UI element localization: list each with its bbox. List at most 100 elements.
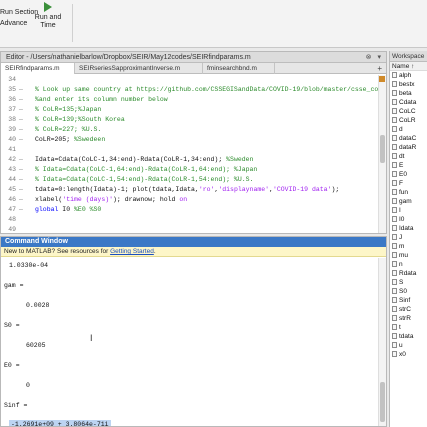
- workspace-variable[interactable]: m: [390, 242, 427, 251]
- code-line[interactable]: 35— % Look up same country at https://git…: [1, 85, 378, 95]
- variable-name: F: [399, 180, 403, 187]
- workspace-variable[interactable]: n: [390, 260, 427, 269]
- variable-name: I: [399, 207, 401, 214]
- workspace-variable[interactable]: dt: [390, 152, 427, 161]
- run-and-time-button[interactable]: Run and Time: [30, 2, 66, 30]
- workspace-variable[interactable]: tdata: [390, 332, 427, 341]
- line-marker: —: [19, 186, 23, 193]
- tab-seirseriessapproximantinverse[interactable]: SEIRseriesSapproximantInverse.m: [75, 63, 203, 74]
- workspace-variable[interactable]: alph: [390, 71, 427, 80]
- workspace-variable[interactable]: x0: [390, 350, 427, 359]
- editor-window-controls[interactable]: ⊗ ▾: [366, 52, 383, 63]
- selected-output-value: -1.2691e+09 + 3.8064e-71i: [9, 420, 111, 426]
- command-scrollbar-thumb[interactable]: [380, 382, 385, 422]
- workspace-variable[interactable]: Idata: [390, 224, 427, 233]
- tab-fminsearchbnd[interactable]: fminsearchbnd.m: [203, 63, 275, 74]
- workspace-variable[interactable]: u: [390, 341, 427, 350]
- workspace-variable[interactable]: dataC: [390, 134, 427, 143]
- text-cursor-icon: I: [90, 333, 93, 343]
- workspace-variable[interactable]: S0: [390, 287, 427, 296]
- line-number: 42: [8, 156, 16, 163]
- workspace-variable[interactable]: mu: [390, 251, 427, 260]
- line-marker: —: [19, 116, 23, 123]
- command-output[interactable]: 1.0330e-04 gam = 0.0028 S0 = 60205 E0 = 0 Sinf …: [1, 258, 378, 426]
- variable-name: d: [399, 126, 403, 133]
- workspace-name-column-header[interactable]: Name ↑: [390, 62, 427, 71]
- code-line[interactable]: 49: [1, 225, 378, 233]
- code-line[interactable]: 42— Idata=Cdata(CoLC-1,34:end)-Rdata(CoLR…: [1, 155, 378, 165]
- getting-started-link[interactable]: Getting Started: [110, 248, 154, 255]
- variable-name: alph: [399, 72, 412, 79]
- code-line[interactable]: 37— % CoLR=135;%Japan: [1, 105, 378, 115]
- workspace-variable[interactable]: strC: [390, 305, 427, 314]
- code-line[interactable]: 47— global I0 %E0 %S0: [1, 205, 378, 215]
- code-line[interactable]: 48: [1, 215, 378, 225]
- workspace-variable[interactable]: Rdata: [390, 269, 427, 278]
- workspace-variable[interactable]: gam: [390, 197, 427, 206]
- workspace-variable[interactable]: fun: [390, 188, 427, 197]
- editor-scrollbar-thumb[interactable]: [380, 135, 385, 163]
- line-marker: —: [19, 96, 23, 103]
- new-tab-plus-icon[interactable]: +: [377, 63, 382, 74]
- code-line[interactable]: 38— % CoLR=139;%South Korea: [1, 115, 378, 125]
- variable-type-icon: [392, 279, 397, 285]
- variable-type-icon: [392, 144, 397, 150]
- variable-name: dataC: [399, 135, 417, 142]
- workspace-variable[interactable]: Cdata: [390, 98, 427, 107]
- workspace-variable[interactable]: Sinf: [390, 296, 427, 305]
- variable-type-icon: [392, 207, 397, 213]
- line-number: 45: [8, 186, 16, 193]
- code-line[interactable]: 45— tdata=0:length(Idata)-1; plot(tdata,I…: [1, 185, 378, 195]
- workspace-variable[interactable]: J: [390, 233, 427, 242]
- variable-type-icon: [392, 108, 397, 114]
- variable-name: Rdata: [399, 270, 417, 277]
- variable-type-icon: [392, 342, 397, 348]
- workspace-variable[interactable]: d: [390, 125, 427, 134]
- code-line[interactable]: 34: [1, 75, 378, 85]
- code-line[interactable]: 40— CoLR=205; %Swedeen: [1, 135, 378, 145]
- command-scrollbar[interactable]: [378, 258, 386, 426]
- variable-name: mu: [399, 252, 409, 259]
- code-line[interactable]: 39— % CoLR=227; %U.S.: [1, 125, 378, 135]
- variable-type-icon: [392, 135, 397, 141]
- workspace-variable[interactable]: S: [390, 278, 427, 287]
- workspace-variable[interactable]: I0: [390, 215, 427, 224]
- variable-type-icon: [392, 324, 397, 330]
- code-line[interactable]: 44— % Idata=Cdata(CoLC-1,54:end)-Rdata(Co…: [1, 175, 378, 185]
- variable-name: dt: [399, 153, 405, 160]
- output-value: 0.0028: [26, 302, 50, 309]
- variable-type-icon: [392, 333, 397, 339]
- variable-name: m: [399, 243, 405, 250]
- variable-type-icon: [392, 99, 397, 105]
- workspace-variable[interactable]: t: [390, 323, 427, 332]
- code-analyzer-warning-icon[interactable]: [379, 76, 385, 82]
- workspace-variable[interactable]: beta: [390, 89, 427, 98]
- editor-scrollbar[interactable]: [378, 75, 386, 233]
- workspace-variable[interactable]: dataR: [390, 143, 427, 152]
- workspace-variable[interactable]: strR: [390, 314, 427, 323]
- line-number: 47: [8, 206, 16, 213]
- workspace-variable[interactable]: CoLR: [390, 116, 427, 125]
- code-area[interactable]: 34 35—% Look up same country at https://g…: [1, 75, 378, 233]
- line-marker: —: [19, 86, 23, 93]
- code-line[interactable]: 46— xlabel('time (days)'); drawnow; hold …: [1, 195, 378, 205]
- workspace-variable[interactable]: CoLC: [390, 107, 427, 116]
- advance-button[interactable]: Advance: [0, 20, 27, 28]
- workspace-variable[interactable]: E0: [390, 170, 427, 179]
- variable-name: I0: [399, 216, 405, 223]
- code-line[interactable]: 41: [1, 145, 378, 155]
- code-line[interactable]: 36— %and enter its column number below: [1, 95, 378, 105]
- workspace-variable[interactable]: bestx: [390, 80, 427, 89]
- code-text: global I0 %E0 %S0: [35, 206, 102, 213]
- workspace-variable[interactable]: F: [390, 179, 427, 188]
- variable-name: t: [399, 324, 401, 331]
- tab-seirfindparams[interactable]: SEIRfindparams.m: [1, 63, 75, 74]
- workspace-variable[interactable]: I: [390, 206, 427, 215]
- variable-name: beta: [399, 90, 412, 97]
- banner-text: New to MATLAB? See resources for: [4, 248, 111, 255]
- workspace-title: Workspace: [390, 51, 427, 62]
- code-line[interactable]: 43— % Idata=Cdata(CoLC-1,64:end)-Rdata(Co…: [1, 165, 378, 175]
- line-number: 35: [8, 86, 16, 93]
- workspace-variable[interactable]: E: [390, 161, 427, 170]
- banner-suffix: .: [153, 248, 156, 255]
